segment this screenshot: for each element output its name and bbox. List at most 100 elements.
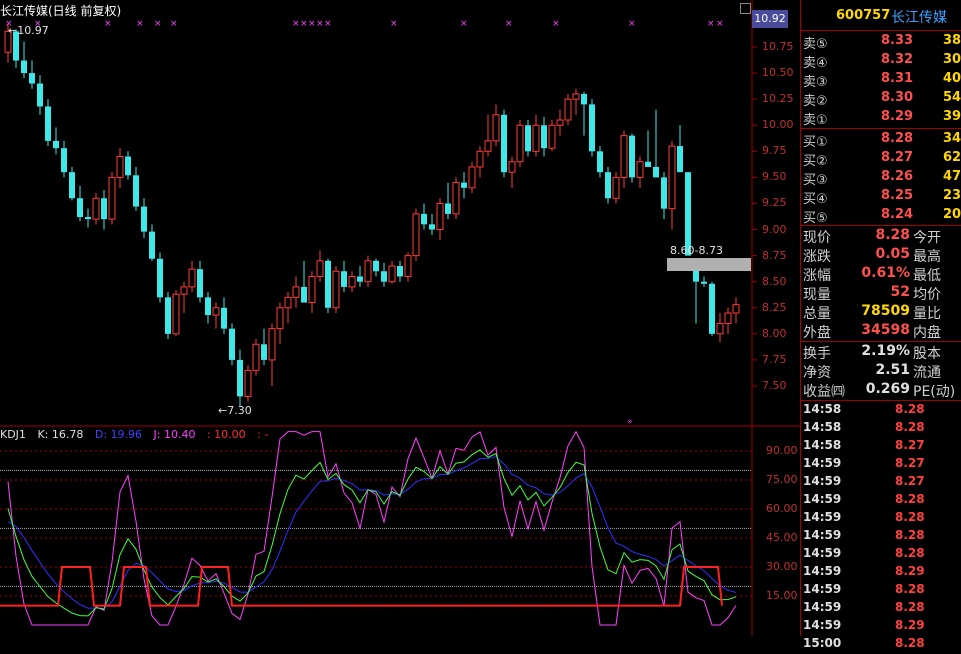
price-axis-label: 10.00 bbox=[762, 118, 794, 132]
stock-code: 600757 bbox=[836, 8, 891, 23]
candle-body bbox=[332, 270, 340, 309]
candle-body bbox=[645, 161, 651, 167]
candle-body bbox=[237, 359, 243, 397]
kdj-name: KDJ1 bbox=[0, 428, 26, 441]
kdj-axis-label: 30.00 bbox=[766, 560, 798, 573]
candle-body bbox=[525, 125, 531, 152]
buy-price: 8.28 bbox=[881, 131, 914, 146]
stock-name[interactable]: 长江传媒 bbox=[891, 7, 947, 27]
tick-price: 8.28 bbox=[895, 492, 925, 506]
stat-label: 涨幅 bbox=[803, 268, 831, 284]
stat-row: 涨跌 0.05 最高 bbox=[803, 246, 961, 265]
candle-body bbox=[653, 166, 659, 178]
window-control-icon[interactable] bbox=[740, 3, 751, 14]
tick-time: 14:58 bbox=[803, 402, 842, 416]
candle-body bbox=[668, 145, 676, 210]
candle-body bbox=[292, 286, 300, 298]
high-annotation: ←10.97 bbox=[8, 24, 49, 37]
candle-body bbox=[116, 156, 124, 178]
signal-marker: × bbox=[505, 19, 513, 29]
tick-row: 14:59 8.28 bbox=[803, 510, 961, 528]
kdj-d-value: D: 19.96 bbox=[94, 428, 143, 441]
sell-volume: 303 bbox=[943, 52, 961, 67]
candle-body bbox=[341, 271, 347, 287]
buy-level-label: 买④ bbox=[803, 192, 828, 207]
tick-price: 8.28 bbox=[895, 510, 925, 524]
stat-row: 现量 52 均价 bbox=[803, 284, 961, 303]
signal-marker: × bbox=[292, 19, 300, 29]
current-price-badge: 10.92 bbox=[752, 10, 788, 28]
candle-body bbox=[541, 125, 547, 149]
tick-time: 14:59 bbox=[803, 600, 842, 614]
candle-body bbox=[677, 146, 683, 173]
candle-body bbox=[381, 271, 387, 282]
kdj-header: KDJ1 K: 16.78 D: 19.96 J: 10.40 : 10.00 … bbox=[0, 428, 276, 441]
signal-marker: × bbox=[552, 19, 560, 29]
candle-body bbox=[316, 260, 324, 277]
stat-row: 现价 8.28 今开 bbox=[803, 227, 961, 246]
candle-body bbox=[397, 266, 403, 277]
price-axis-label: 10.25 bbox=[762, 92, 794, 106]
signal-marker: × bbox=[136, 19, 144, 29]
kdj-extra2-value: : - bbox=[257, 428, 269, 441]
tick-row: 14:59 8.27 bbox=[803, 474, 961, 492]
candle-body bbox=[445, 203, 451, 214]
tick-price: 8.29 bbox=[895, 564, 925, 578]
tick-row: 14:59 8.29 bbox=[803, 618, 961, 636]
tick-row: 14:59 8.29 bbox=[803, 564, 961, 582]
tick-price: 8.28 bbox=[895, 420, 925, 434]
tick-time: 14:59 bbox=[803, 564, 842, 578]
sell-volume: 404 bbox=[943, 71, 961, 86]
candle-body bbox=[61, 148, 67, 173]
sell-volume: 548 bbox=[943, 90, 961, 105]
kdj-axis-label: 45.00 bbox=[766, 531, 798, 544]
buy-level-label: 买③ bbox=[803, 173, 828, 188]
stat-label: 外盘 bbox=[803, 325, 831, 341]
candle-body bbox=[301, 286, 307, 303]
kdj-axis-label: 90.00 bbox=[766, 444, 798, 457]
buy-row: 买③ 8.26 47 bbox=[803, 169, 961, 188]
stat-value: 2.51 bbox=[875, 362, 910, 378]
tick-price: 8.28 bbox=[895, 582, 925, 596]
price-axis-label: 10.50 bbox=[762, 66, 794, 80]
candle-body bbox=[548, 124, 556, 149]
candle-body bbox=[508, 161, 516, 173]
candle-body bbox=[629, 135, 635, 178]
candle-body bbox=[461, 182, 467, 188]
candle-body bbox=[133, 175, 139, 207]
tick-price: 8.28 bbox=[895, 402, 925, 416]
stat-label: 涨跌 bbox=[803, 249, 831, 265]
buy-row: 买① 8.28 347 bbox=[803, 131, 961, 150]
buy-price: 8.24 bbox=[881, 207, 914, 222]
candle-body bbox=[597, 151, 603, 173]
candle-body bbox=[125, 156, 131, 176]
buy-price: 8.26 bbox=[881, 169, 914, 184]
kline-chart[interactable]: ←10.97←7.308.60-8.73× × × × × × × × × × × × × × × × × ×» bbox=[0, 0, 800, 636]
buy-price: 8.27 bbox=[881, 150, 914, 165]
sell-price: 8.29 bbox=[881, 109, 914, 124]
tick-price: 8.29 bbox=[895, 618, 925, 632]
signal-marker: × bbox=[460, 19, 468, 29]
candle-body bbox=[212, 307, 220, 316]
tick-price: 8.27 bbox=[895, 474, 925, 488]
signal-marker: × bbox=[154, 19, 162, 29]
tick-time: 14:59 bbox=[803, 510, 842, 524]
sell-row: 卖② 8.30 548 bbox=[803, 90, 961, 109]
stat-value: 78509 bbox=[861, 303, 910, 319]
buy-volume: 620 bbox=[943, 150, 961, 165]
stat-label-2: 最高 bbox=[913, 249, 941, 265]
kdj-j-value: J: 10.40 bbox=[153, 428, 196, 441]
price-axis-label: 7.50 bbox=[762, 379, 787, 392]
buy-volume: 202 bbox=[943, 207, 961, 222]
tick-row: 14:59 8.28 bbox=[803, 600, 961, 618]
tick-row: 14:59 8.28 bbox=[803, 546, 961, 564]
signal-marker: × bbox=[308, 19, 316, 29]
candle-body bbox=[45, 106, 51, 141]
candle-body bbox=[516, 124, 524, 163]
sell-level-label: 卖① bbox=[803, 113, 828, 128]
price-axis-label: 8.25 bbox=[762, 300, 787, 314]
stat-label: 净资 bbox=[803, 365, 831, 381]
candle-body bbox=[612, 176, 620, 199]
candle-body bbox=[716, 322, 724, 335]
tick-price: 8.28 bbox=[895, 546, 925, 560]
